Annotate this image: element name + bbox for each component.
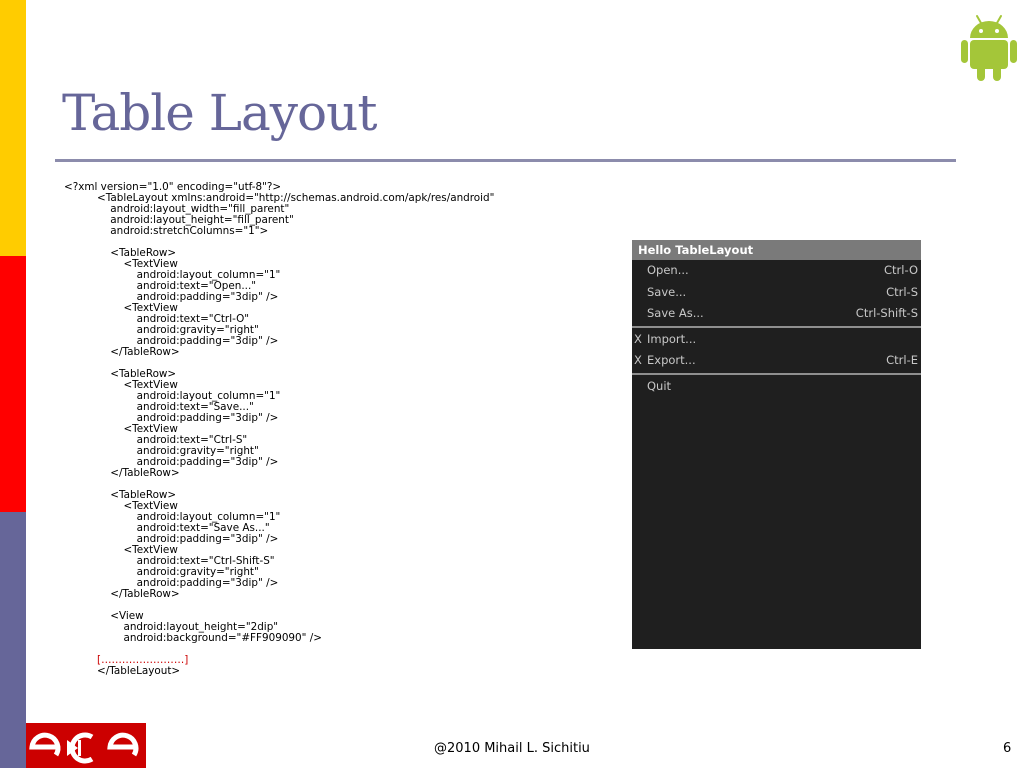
- menu-label: Export...: [647, 353, 696, 367]
- menu-mark: X: [634, 331, 642, 346]
- code-line: </TableRow>: [64, 346, 180, 358]
- menu-shortcut: Ctrl-E: [886, 353, 918, 367]
- menu-row[interactable]: Save... Ctrl-S: [632, 282, 921, 304]
- page-number: 6: [1003, 741, 1012, 756]
- slide-title: Table Layout: [62, 84, 377, 142]
- footer-credit: @2010 Mihail L. Sichitiu: [434, 741, 590, 756]
- menu-table: Open... Ctrl-O Save... Ctrl-S Save As... Ctrl…: [632, 260, 921, 397]
- menu-row[interactable]: X Import...: [632, 329, 921, 351]
- menu-label: Quit: [647, 378, 672, 393]
- android-screenshot: Hello TableLayout Open... Ctrl-O Save... Ct…: [632, 240, 921, 649]
- code-line: android:stretchColumns="1">: [64, 225, 269, 237]
- title-divider: [55, 159, 956, 162]
- menu-shortcut: Ctrl-O: [884, 263, 918, 277]
- menu-shortcut: Ctrl-S: [886, 284, 918, 299]
- menu-row[interactable]: Open... Ctrl-O: [632, 260, 921, 282]
- menu-label: Save...: [647, 284, 687, 299]
- menu-row[interactable]: Save As... Ctrl-Shift-S: [632, 303, 921, 325]
- menu-divider: [632, 325, 921, 328]
- menu-label: Open...: [647, 263, 689, 277]
- app-title-bar: Hello TableLayout: [632, 240, 921, 260]
- code-line: android:background="#FF909090" />: [64, 632, 322, 644]
- android-icon: [961, 15, 1017, 81]
- ece-logo: [26, 723, 146, 768]
- code-line: </TableLayout>: [64, 665, 181, 677]
- xml-code-listing: <?xml version="1.0" encoding="utf-8"?> <…: [64, 182, 494, 677]
- menu-row[interactable]: X Export... Ctrl-E: [632, 350, 921, 372]
- code-line: </TableRow>: [64, 467, 180, 479]
- menu-mark: X: [634, 353, 642, 367]
- menu-label: Save As...: [647, 306, 704, 320]
- menu-shortcut: Ctrl-Shift-S: [855, 306, 918, 320]
- accent-bar-blue: [0, 512, 26, 768]
- menu-divider: [632, 372, 921, 375]
- menu-label: Import...: [647, 331, 697, 346]
- menu-row[interactable]: Quit: [632, 376, 921, 398]
- accent-bar-red: [0, 256, 26, 512]
- code-line: </TableRow>: [64, 588, 180, 600]
- accent-bar-yellow: [0, 0, 26, 256]
